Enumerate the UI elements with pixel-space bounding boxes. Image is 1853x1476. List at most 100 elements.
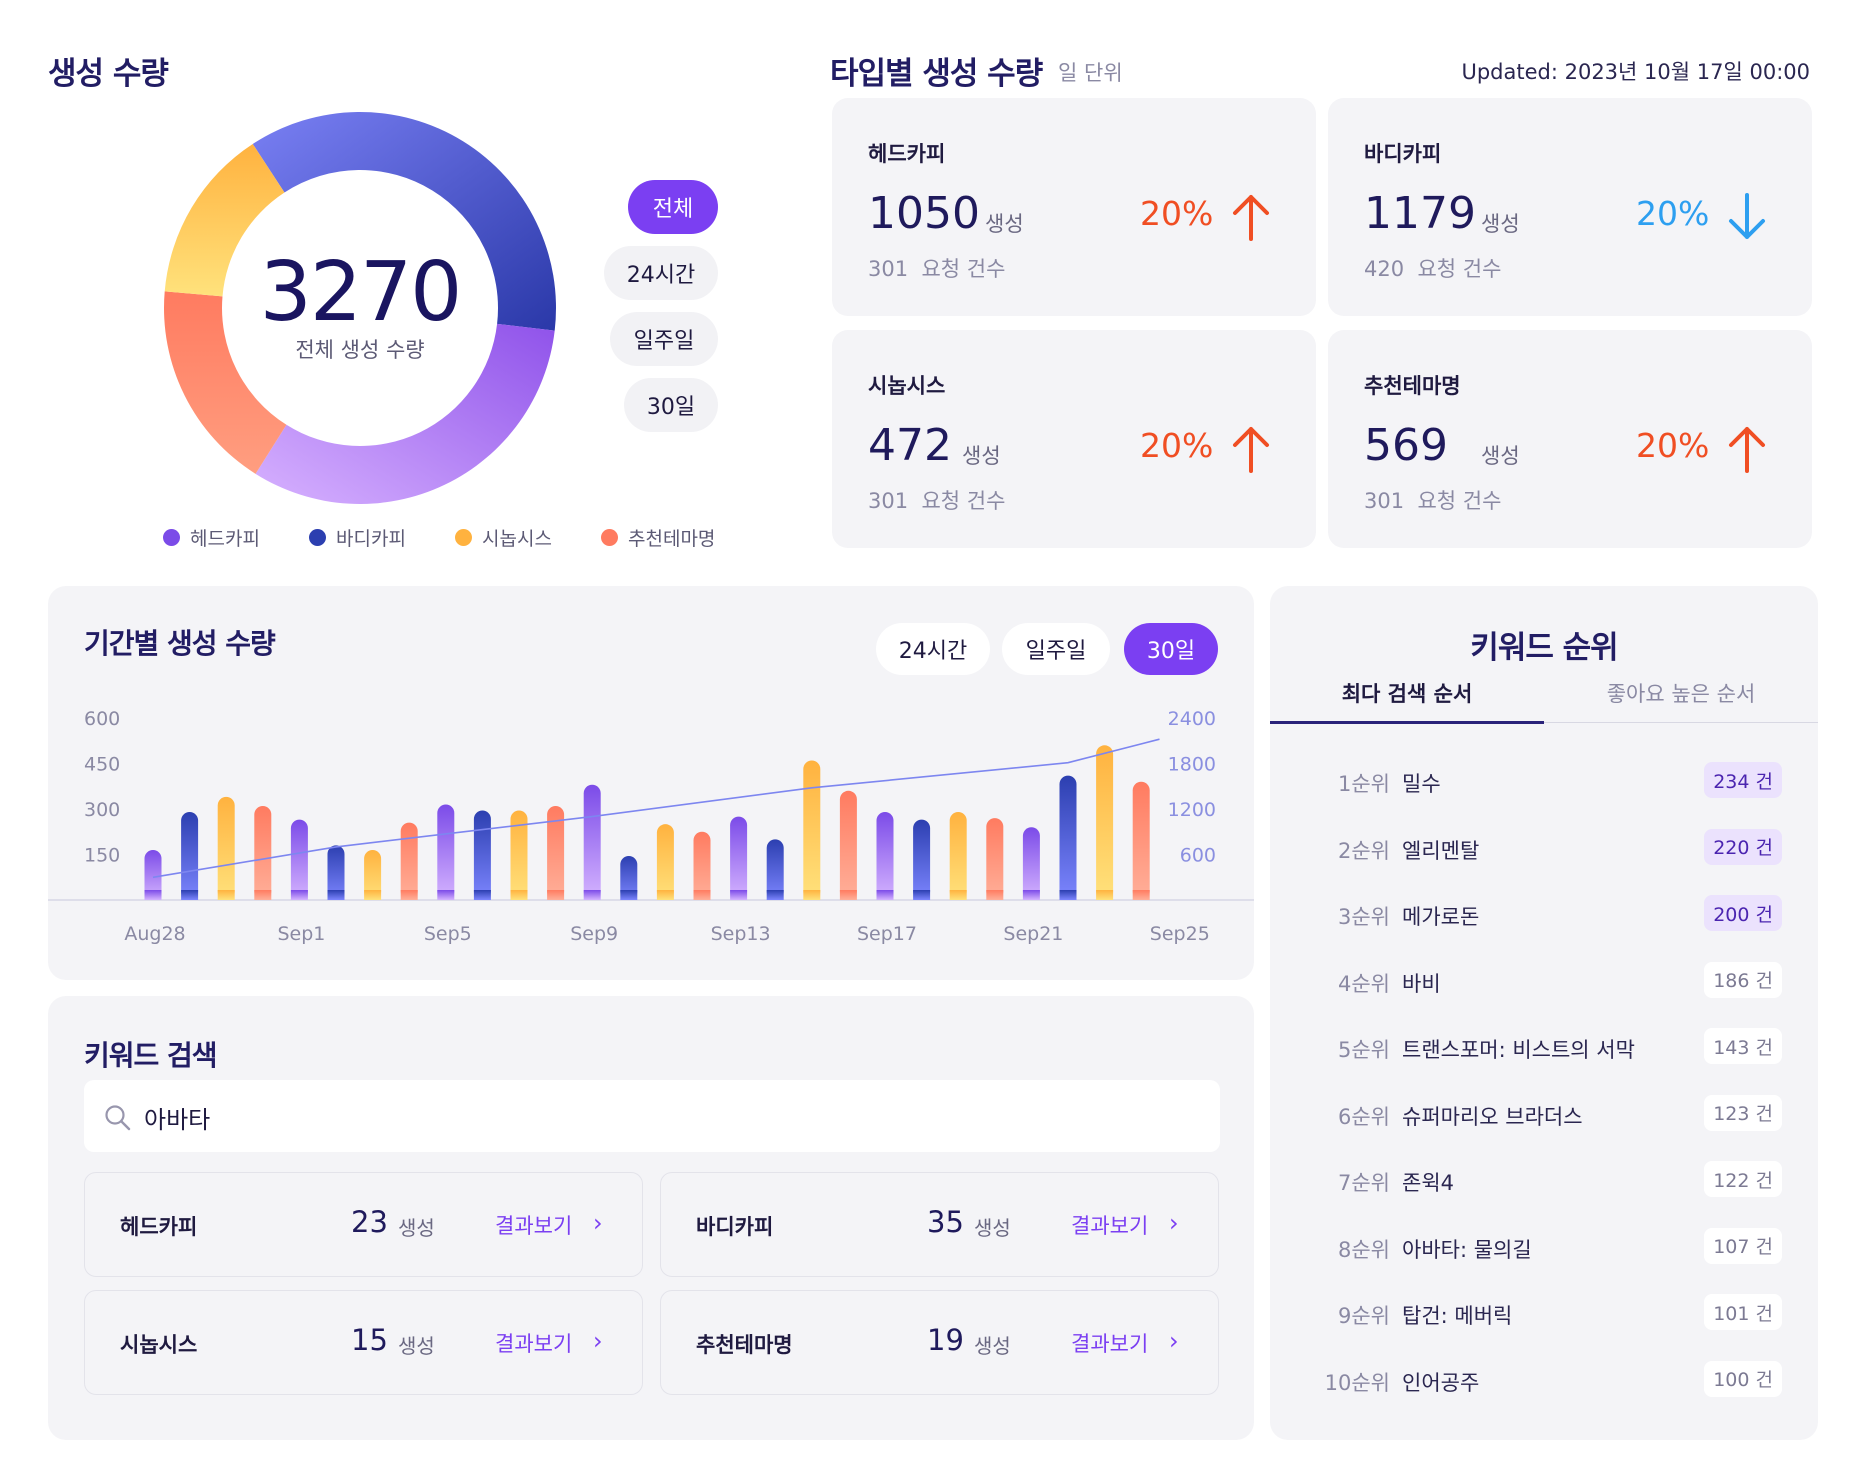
stat-card-headcopy: 헤드카피 1050 생성 20% 301 요청 건수 [832, 98, 1316, 316]
bar-base [949, 890, 967, 900]
ranking-row[interactable]: 8순위 아바타: 물의길 107 건 [1270, 1227, 1818, 1268]
ranking-row[interactable]: 3순위 메가로돈 200 건 [1270, 895, 1818, 935]
period-filter-24h[interactable]: 24시간 [876, 623, 990, 675]
bar-base [766, 890, 784, 900]
ranking-list: 1순위 밀수 234 건 2순위 엘리멘탈 220 건 3순위 메가로돈 200 건 4순위 바비 1… [1270, 762, 1818, 1402]
period-filter-30d[interactable]: 30일 [1124, 623, 1218, 675]
donut-filter-30d[interactable]: 30일 [624, 378, 718, 432]
rank-count-badge: 107 건 [1704, 1227, 1782, 1264]
tab-most-searched[interactable]: 최다 검색 순서 [1270, 678, 1544, 708]
bar-base [1022, 890, 1040, 900]
chart-bar [913, 819, 931, 900]
bar-base [583, 890, 601, 900]
x-axis-tick: Sep1 [277, 923, 325, 945]
x-axis-tick: Sep5 [424, 923, 472, 945]
updated-timestamp: Updated: 2023년 10월 17일 00:00 [1461, 60, 1810, 84]
period-filter-week[interactable]: 일주일 [1002, 623, 1110, 675]
keyword-ranking-title: 키워드 순위 [1470, 630, 1618, 666]
rank-count-badge: 143 건 [1704, 1028, 1782, 1064]
search-result-synopsis: 시놉시스 15 생성 결과보기 › [84, 1290, 643, 1395]
x-axis-tick: Aug28 [124, 923, 185, 945]
chart-bar [693, 831, 711, 900]
ranking-row[interactable]: 6순위 슈퍼마리오 브라더스 123 건 [1270, 1094, 1818, 1135]
rank-count-badge: 123 건 [1704, 1094, 1782, 1131]
ranking-row[interactable]: 1순위 밀수 234 건 [1270, 762, 1818, 802]
donut-total-value: 3270 [259, 245, 463, 340]
tab-most-liked[interactable]: 좋아요 높은 순서 [1544, 678, 1818, 708]
chart-bar [803, 760, 821, 900]
search-input[interactable]: 아바타 [144, 1100, 210, 1135]
donut-filter-all[interactable]: 전체 [628, 180, 718, 234]
x-axis-tick: Sep17 [857, 923, 917, 945]
arrow-up-icon [1729, 427, 1765, 473]
stat-requests: 301 요청 건수 [868, 485, 1005, 515]
search-result-theme: 추천테마명 19 생성 결과보기 › [660, 1290, 1219, 1395]
chart-bar [254, 805, 272, 900]
view-results-link[interactable]: 결과보기 [495, 1210, 572, 1240]
ranking-row[interactable]: 10순위 인어공주 100 건 [1270, 1360, 1818, 1401]
bar-base [290, 890, 308, 900]
bar-base [437, 890, 455, 900]
legend-label: 추천테마명 [628, 528, 716, 550]
rank-keyword: 엘리멘탈 [1402, 838, 1480, 863]
stat-unit: 생성 [962, 444, 1001, 468]
stat-requests-count: 301 [868, 257, 909, 281]
ranking-row[interactable]: 4순위 바비 186 건 [1270, 961, 1818, 1002]
ranking-row[interactable]: 2순위 엘리멘탈 220 건 [1270, 828, 1818, 869]
bar-base [839, 890, 857, 900]
chevron-right-icon[interactable]: › [593, 1209, 603, 1237]
view-results-link[interactable]: 결과보기 [1071, 1328, 1148, 1358]
chevron-right-icon[interactable]: › [593, 1327, 603, 1355]
stat-value: 472 [868, 420, 952, 471]
bar-base [217, 890, 235, 900]
bar-base [730, 890, 748, 900]
stat-name: 추천테마명 [1364, 374, 1461, 398]
stat-requests: 301 요청 건수 [868, 253, 1005, 283]
donut-filter-24h[interactable]: 24시간 [604, 246, 718, 300]
bar-base [803, 890, 821, 900]
stat-requests-count: 420 [1364, 257, 1405, 281]
rank-keyword: 슈퍼마리오 브라더스 [1402, 1104, 1583, 1129]
tab-active-indicator [1270, 721, 1544, 724]
ranking-row[interactable]: 5순위 트랜스포머: 비스트의 서막 143 건 [1270, 1028, 1818, 1068]
stat-requests-count: 301 [868, 489, 909, 513]
bar-base [400, 890, 418, 900]
donut-filter-week[interactable]: 일주일 [610, 312, 718, 366]
rank-keyword: 트랜스포머: 비스트의 서막 [1402, 1038, 1635, 1062]
legend-headcopy: 헤드카피 [163, 524, 260, 551]
rank-number: 4순위 [1337, 971, 1390, 996]
y-axis-right-tick: 600 [1180, 845, 1216, 867]
rank-number: 10순위 [1324, 1370, 1390, 1395]
legend-label: 헤드카피 [190, 528, 260, 550]
stat-unit: 생성 [1481, 212, 1520, 236]
chart-bar [986, 818, 1004, 900]
chevron-right-icon[interactable]: › [1169, 1209, 1179, 1237]
stat-requests-label: 요청 건수 [1417, 257, 1502, 281]
stat-card-theme: 추천테마명 569 생성 20% 301 요청 건수 [1328, 330, 1812, 548]
rank-keyword: 메가로돈 [1402, 905, 1480, 929]
bar-base [144, 890, 162, 900]
ranking-row[interactable]: 7순위 존윅4 122 건 [1270, 1161, 1818, 1201]
chart-bar [181, 812, 199, 900]
stat-requests-label: 요청 건수 [1417, 489, 1502, 513]
chart-bar [217, 796, 235, 900]
result-count: 35 [927, 1205, 964, 1239]
bar-base [254, 890, 272, 900]
stat-unit: 생성 [985, 212, 1024, 236]
y-axis-right-tick: 2400 [1168, 708, 1216, 730]
stat-requests: 301 요청 건수 [1364, 485, 1501, 515]
chevron-right-icon[interactable]: › [1169, 1327, 1179, 1355]
result-unit: 생성 [974, 1216, 1011, 1240]
keyword-search-box[interactable]: 아바타 [84, 1080, 1220, 1152]
stat-name: 헤드카피 [868, 142, 946, 166]
view-results-link[interactable]: 결과보기 [495, 1328, 572, 1358]
legend-synopsis: 시놉시스 [455, 524, 552, 551]
legend-label: 바디카피 [336, 528, 406, 550]
ranking-row[interactable]: 9순위 탑건: 메버릭 101 건 [1270, 1294, 1818, 1334]
result-type-name: 헤드카피 [120, 1215, 198, 1239]
result-count: 23 [351, 1205, 388, 1239]
view-results-link[interactable]: 결과보기 [1071, 1210, 1148, 1240]
chart-bar [473, 810, 491, 900]
rank-number: 8순위 [1337, 1237, 1390, 1262]
bar-base [986, 890, 1004, 900]
